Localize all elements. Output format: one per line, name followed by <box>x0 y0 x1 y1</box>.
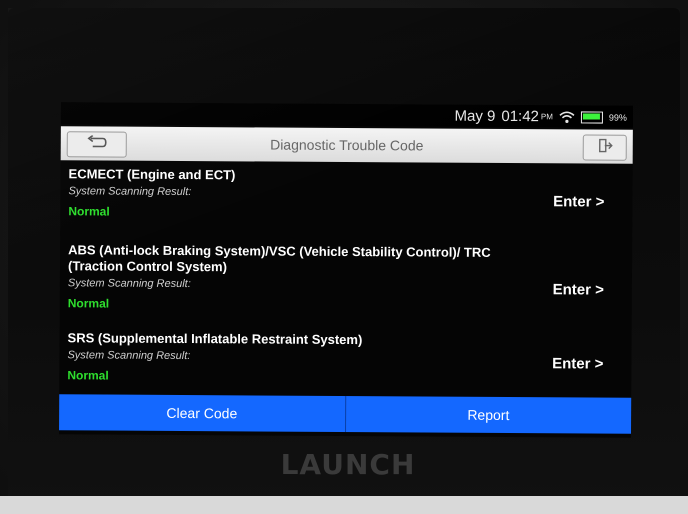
scan-status: Normal <box>67 296 110 311</box>
scan-result-label: System Scanning Result: <box>68 185 192 199</box>
status-time: 01:42 <box>501 107 539 126</box>
back-arrow-icon <box>86 134 108 154</box>
battery-icon <box>580 110 603 124</box>
system-name: SRS (Supplemental Inflatable Restraint S… <box>67 330 363 348</box>
scan-result-label: System Scanning Result: <box>67 349 191 363</box>
device-screen: May 9 01:42 PM 99% Diagnostic Trouble Co… <box>58 102 634 438</box>
bottom-action-bar: Clear Code Report <box>59 394 632 434</box>
system-list: ECMECT (Engine and ECT) System Scanning … <box>59 162 632 393</box>
system-name: ABS (Anti-lock Braking System)/VSC (Vehi… <box>67 242 491 275</box>
page-title: Diagnostic Trouble Code <box>270 136 424 154</box>
table-surface <box>0 496 688 514</box>
system-name: ECMECT (Engine and ECT) <box>68 166 236 183</box>
back-button[interactable] <box>66 131 127 158</box>
scan-status: Normal <box>67 368 109 383</box>
enter-button-abs[interactable]: Enter > <box>553 281 604 298</box>
system-row-srs: SRS (Supplemental Inflatable Restraint S… <box>67 330 623 389</box>
system-row-abs: ABS (Anti-lock Braking System)/VSC (Vehi… <box>68 242 624 321</box>
enter-button-ecmect[interactable]: Enter > <box>553 193 604 210</box>
exit-icon <box>597 137 613 158</box>
status-right: May 9 01:42 PM 99% <box>454 108 627 126</box>
wifi-icon <box>559 110 575 123</box>
system-row-ecmect: ECMECT (Engine and ECT) System Scanning … <box>68 166 624 227</box>
title-bar: Diagnostic Trouble Code <box>60 126 633 164</box>
report-button[interactable]: Report <box>346 396 632 434</box>
status-date: May 9 <box>454 107 496 125</box>
clear-code-button[interactable]: Clear Code <box>59 394 345 432</box>
battery-level: 99% <box>608 112 627 123</box>
status-ampm: PM <box>540 112 553 122</box>
enter-button-srs[interactable]: Enter > <box>552 355 603 372</box>
scan-status: Normal <box>68 204 110 219</box>
status-bar: May 9 01:42 PM 99% <box>60 102 634 128</box>
scan-result-label: System Scanning Result: <box>67 277 191 291</box>
device-brand-logo: LAUNCH <box>280 448 416 481</box>
exit-button[interactable] <box>582 134 627 161</box>
